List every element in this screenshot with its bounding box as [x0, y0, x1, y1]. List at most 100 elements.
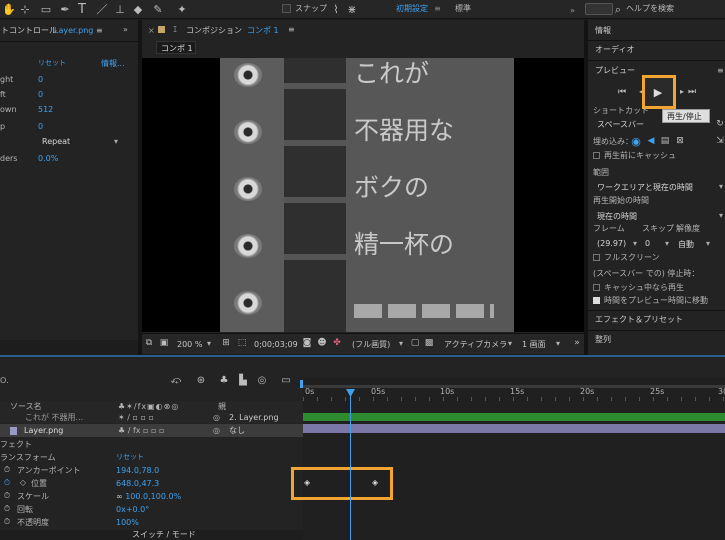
effect-controls-menu-icon[interactable]: ≡: [96, 27, 103, 35]
align-tab[interactable]: 整列: [595, 336, 611, 344]
position-keyframe-end[interactable]: ◈: [372, 479, 378, 487]
param-value-borders[interactable]: 0.0%: [38, 155, 58, 163]
layers-icon[interactable]: ⊠: [675, 136, 685, 146]
skip-dropdown[interactable]: 0: [645, 239, 671, 249]
prop-anchor-point-value[interactable]: 194.0,78.0: [116, 467, 159, 475]
effects-group[interactable]: フェクト: [0, 441, 32, 449]
param-value-top[interactable]: 0: [38, 123, 43, 131]
cache-before-playback-option[interactable]: 再生前にキャッシュ: [593, 152, 676, 160]
workspace-default[interactable]: 初期設定: [396, 5, 428, 13]
views-dropdown-arrow[interactable]: ▾: [556, 340, 560, 348]
stopwatch-icon[interactable]: ⏱: [2, 465, 12, 475]
move-time-checkbox[interactable]: [593, 297, 600, 304]
stopwatch-icon[interactable]: ⏱: [2, 517, 12, 527]
move-time-option[interactable]: 時間をプレビュー時間に移動: [593, 297, 708, 305]
layer-2-parent-pickwhip[interactable]: ◎: [213, 427, 220, 435]
shortcut-dropdown[interactable]: スペースバー: [597, 121, 644, 129]
fullscreen-option[interactable]: フルスクリーン: [593, 254, 660, 262]
loop-icon[interactable]: ↻: [715, 119, 725, 129]
transform-group[interactable]: ランスフォーム: [0, 454, 56, 462]
play-cached-option[interactable]: キャッシュ中なら再生: [593, 284, 684, 292]
search-help-label[interactable]: ヘルプを検索: [626, 5, 674, 13]
snap-feather-icon[interactable]: ⋇: [346, 3, 358, 15]
camera-dropdown[interactable]: アクティブカメラ: [444, 341, 507, 349]
snapshot-icon[interactable]: ◙: [302, 338, 312, 348]
effect-controls-close-icon[interactable]: »: [123, 26, 128, 34]
channel-icon[interactable]: ✤: [332, 338, 342, 348]
zoom-dropdown[interactable]: 200 %: [177, 341, 202, 349]
param-value-down[interactable]: 512: [38, 106, 53, 114]
transparency-grid-icon[interactable]: ▩: [424, 338, 434, 348]
keyframe-nav-icon[interactable]: ◇: [18, 478, 28, 488]
play-icon[interactable]: ▶: [651, 85, 665, 99]
cache-before-checkbox[interactable]: [593, 152, 600, 159]
scale-link-icon[interactable]: ∞: [116, 492, 125, 501]
draft-3d-icon[interactable]: ⊛: [195, 375, 207, 387]
prop-rotation-value[interactable]: 0x+0.0°: [116, 506, 149, 514]
frame-rate-dropdown[interactable]: (29.97): [597, 239, 639, 249]
play-from-dropdown[interactable]: 現在の時間: [597, 211, 725, 221]
timeline-search-icon[interactable]: Ο.: [0, 377, 9, 385]
comp-close-icon[interactable]: ×: [148, 27, 155, 35]
clone-stamp-tool-icon[interactable]: ⊥: [114, 3, 126, 15]
overlay-icon[interactable]: ▤: [660, 136, 670, 146]
layer-1-switches[interactable]: ✶ / ▫ ▫ ▫: [118, 414, 154, 422]
type-tool-icon[interactable]: T: [76, 2, 88, 16]
edge-mode-dropdown[interactable]: Repeat: [42, 137, 120, 147]
region-of-interest-icon[interactable]: ▢: [410, 338, 420, 348]
comp-tab[interactable]: コンポ 1: [156, 41, 196, 54]
comp-menu-icon[interactable]: ≡: [288, 26, 295, 34]
pan-behind-tool-icon[interactable]: ⊹: [19, 3, 31, 15]
grid-icon[interactable]: ⊞: [221, 338, 231, 348]
snap-option-icon[interactable]: ⌇: [330, 3, 342, 15]
audio-panel-tab[interactable]: オーディオ: [595, 46, 634, 54]
brush-tool-icon[interactable]: ／: [96, 3, 108, 15]
current-time-indicator[interactable]: [350, 389, 351, 540]
rectangle-tool-icon[interactable]: ▭: [40, 3, 52, 15]
views-dropdown[interactable]: 1 画面: [522, 341, 546, 349]
shy-layers-icon[interactable]: ♣: [218, 375, 230, 387]
comp-footer-overflow-icon[interactable]: »: [572, 338, 582, 348]
effects-presets-tab[interactable]: エフェクト＆プリセット: [595, 316, 683, 324]
last-frame-icon[interactable]: ⏭: [686, 86, 698, 98]
preview-menu-icon[interactable]: ≡: [717, 67, 724, 75]
timeline-track-area[interactable]: 0s 05s 10s 15s 20s 25s 30 ◈ ◈: [291, 377, 725, 540]
resolution-preview-dropdown[interactable]: 自動: [678, 239, 712, 249]
current-time-indicator-head[interactable]: [346, 389, 355, 397]
video-eye-icon[interactable]: ◉: [630, 136, 642, 147]
workspace-standard[interactable]: 標準: [455, 5, 471, 13]
current-timecode[interactable]: 0;00;03;09: [254, 341, 298, 349]
param-value-height[interactable]: 0: [38, 76, 43, 84]
layer-2-switches[interactable]: ♣ / fx ▫ ▫ ▫: [118, 427, 164, 435]
first-frame-icon[interactable]: ⏮: [616, 86, 628, 98]
layer-1-parent-pickwhip[interactable]: ◎: [213, 414, 220, 422]
reset-link[interactable]: リセット: [38, 60, 66, 67]
roto-brush-tool-icon[interactable]: ✎: [152, 3, 164, 15]
snap-checkbox[interactable]: [282, 4, 291, 13]
puppet-pin-tool-icon[interactable]: ✦: [176, 3, 188, 15]
range-dropdown[interactable]: ワークエリアと現在の時間: [597, 182, 725, 192]
stopwatch-icon[interactable]: ⏱: [2, 491, 12, 501]
show-snapshot-icon[interactable]: ☻: [317, 338, 327, 348]
fullscreen-checkbox[interactable]: [593, 254, 600, 261]
layer-row-1[interactable]: これが 不器用... ✶ / ▫ ▫ ▫ ◎ 2. Layer.png: [0, 412, 303, 423]
graph-editor-icon[interactable]: ▭: [280, 375, 292, 387]
search-box[interactable]: [585, 3, 613, 15]
frame-blending-icon[interactable]: ▙: [237, 375, 249, 387]
comp-viewer[interactable]: これが 不器用な ボクの 精一杯の: [142, 58, 584, 332]
monitor-icon[interactable]: ▣: [159, 338, 169, 348]
effect-controls-title[interactable]: トコントロール: [1, 27, 57, 35]
stopwatch-icon[interactable]: ⏱: [2, 504, 12, 514]
mask-icon[interactable]: ⬚: [237, 338, 247, 348]
always-preview-icon[interactable]: ⧉: [144, 338, 154, 348]
layer-1-parent[interactable]: 2. Layer.png: [229, 414, 279, 422]
export-icon[interactable]: ⇲: [715, 136, 725, 146]
layer-2-duration-bar[interactable]: [303, 424, 725, 433]
audio-icon[interactable]: ◀: [646, 136, 656, 146]
layer-1-duration-bar[interactable]: [303, 413, 725, 421]
prop-opacity-value[interactable]: 100%: [116, 519, 139, 527]
transform-reset[interactable]: リセット: [116, 454, 144, 461]
comp-lock-icon[interactable]: ꕯ: [173, 26, 177, 34]
workspace-overflow-icon[interactable]: »: [570, 6, 575, 15]
play-cached-checkbox[interactable]: [593, 284, 600, 291]
